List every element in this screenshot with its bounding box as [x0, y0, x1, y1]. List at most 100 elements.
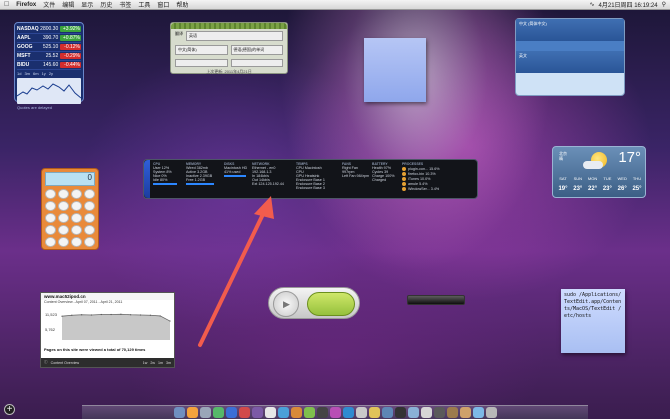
app-icon[interactable] — [316, 407, 328, 418]
stock-row[interactable]: MSFT 25.52 -0.29% — [17, 52, 81, 61]
range-1w[interactable]: 1w — [143, 361, 148, 365]
calc-key[interactable] — [84, 237, 95, 247]
input-field[interactable] — [175, 59, 228, 67]
menu-view[interactable]: 显示 — [81, 0, 93, 9]
calc-key[interactable] — [71, 213, 82, 223]
stock-change[interactable]: +3.92% — [60, 26, 81, 32]
range-3m[interactable]: 3m — [166, 361, 171, 365]
app-icon[interactable] — [290, 407, 302, 418]
app-icon[interactable] — [329, 407, 341, 418]
calc-key[interactable] — [58, 225, 69, 235]
swap-bar[interactable] — [516, 41, 624, 51]
language-select-b[interactable]: 德语(德国)的单词 — [230, 45, 283, 55]
from-language-select[interactable]: 英语 — [186, 31, 283, 41]
calc-key[interactable] — [58, 201, 69, 211]
menu-bookmarks[interactable]: 书签 — [119, 0, 131, 9]
sticky-note-command[interactable]: sudo /Applications/TextEdit.app/Contents… — [561, 289, 625, 353]
output-field[interactable] — [230, 59, 283, 67]
facetime-icon[interactable] — [212, 407, 224, 418]
calc-key[interactable] — [45, 225, 56, 235]
app-icon[interactable] — [472, 407, 484, 418]
calculator-widget[interactable]: 0 — [41, 168, 99, 250]
lang-select-b[interactable]: 英文 — [516, 51, 530, 61]
stock-row[interactable]: NASDAQ 2800.30 +3.92% — [17, 25, 81, 34]
itunes-widget[interactable]: ▶ — [268, 287, 360, 319]
calc-key[interactable] — [45, 189, 56, 199]
stock-change[interactable]: -0.29% — [60, 53, 81, 59]
firefox-icon[interactable] — [186, 407, 198, 418]
stocks-widget[interactable]: NASDAQ 2800.30 +3.92% AAPL 390.70 +0.87%… — [14, 22, 84, 110]
play-control-wheel[interactable]: ▶ — [273, 291, 299, 317]
tab-1y[interactable]: 1y — [42, 71, 46, 76]
add-widget-button[interactable]: + — [4, 404, 15, 415]
istat-widget[interactable]: CPU User 12% System 8% Nice 0% Idle 80% … — [143, 159, 478, 199]
trash-icon[interactable] — [485, 407, 497, 418]
calc-key[interactable] — [71, 201, 82, 211]
tab-2y[interactable]: 2y — [49, 71, 53, 76]
calc-key[interactable] — [84, 225, 95, 235]
calc-key[interactable] — [58, 189, 69, 199]
app-icon[interactable] — [355, 407, 367, 418]
translation-globe-widget[interactable]: 中文 (简体中文) 英文 — [515, 18, 625, 96]
calc-key[interactable] — [84, 189, 95, 199]
tab-6m[interactable]: 6m — [33, 71, 39, 76]
istat-sidebar[interactable] — [144, 160, 150, 198]
menu-tools[interactable]: 工具 — [138, 0, 150, 9]
app-icon[interactable] — [407, 407, 419, 418]
calc-key[interactable] — [71, 189, 82, 199]
lang-select-a[interactable]: 中文 (简体中文) — [519, 21, 547, 39]
stock-change[interactable]: -0.12% — [60, 44, 81, 50]
menu-window[interactable]: 窗口 — [157, 0, 169, 9]
calc-key[interactable] — [58, 237, 69, 247]
calc-key[interactable] — [58, 213, 69, 223]
app-icon[interactable] — [368, 407, 380, 418]
safari-icon[interactable] — [225, 407, 237, 418]
translation-widget[interactable]: 翻译 英语 中文(简体) 德语(德国)的单词 上次更新: 2011年4月21日 — [170, 22, 288, 74]
clock[interactable]: 4月21日周四 16:19:24 — [599, 0, 658, 9]
app-icon[interactable] — [394, 407, 406, 418]
play-icon[interactable]: ▶ — [283, 299, 290, 310]
apple-menu-icon[interactable]:  — [4, 1, 9, 8]
app-icon[interactable] — [433, 407, 445, 418]
stock-change[interactable]: -0.44% — [60, 62, 81, 68]
calc-key[interactable] — [45, 201, 56, 211]
calc-key[interactable] — [45, 237, 56, 247]
app-icon[interactable] — [264, 407, 276, 418]
calc-key[interactable] — [84, 213, 95, 223]
stock-row[interactable]: BIDU 145.60 -0.44% — [17, 61, 81, 70]
spotlight-icon[interactable]: ⚲ — [662, 1, 666, 8]
language-select-a[interactable]: 中文(简体) — [175, 45, 228, 55]
wifi-icon[interactable]: ∿ — [590, 1, 595, 8]
stock-row[interactable]: AAPL 390.70 +0.87% — [17, 34, 81, 43]
weather-widget[interactable]: 北京 晴 17° SAT 19° SUN 23° MON 22° TUE 23° WED… — [552, 146, 646, 198]
mail-icon[interactable] — [199, 407, 211, 418]
calc-key[interactable] — [84, 201, 95, 211]
stock-row[interactable]: GOOG 525.10 -0.12% — [17, 43, 81, 52]
calc-key[interactable] — [45, 213, 56, 223]
app-icon[interactable] — [381, 407, 393, 418]
range-2w[interactable]: 2w — [150, 361, 155, 365]
menu-help[interactable]: 帮助 — [176, 0, 188, 9]
tab-3m[interactable]: 3m — [24, 71, 30, 76]
analytics-widget[interactable]: www.mac52ipod.cn Content Overview - Apri… — [40, 292, 175, 368]
app-icon[interactable] — [251, 407, 263, 418]
app-icon[interactable] — [342, 407, 354, 418]
slim-widget[interactable] — [407, 295, 465, 305]
app-icon[interactable] — [446, 407, 458, 418]
app-icon[interactable] — [459, 407, 471, 418]
menu-history[interactable]: 历史 — [100, 0, 112, 9]
app-icon[interactable] — [303, 407, 315, 418]
app-icon[interactable] — [420, 407, 432, 418]
app-icon[interactable] — [277, 407, 289, 418]
range-1m[interactable]: 1m — [158, 361, 163, 365]
finder-icon[interactable] — [173, 407, 185, 418]
calc-key[interactable] — [71, 225, 82, 235]
info-icon[interactable]: ⓘ — [44, 360, 48, 365]
app-menu[interactable]: Firefox — [16, 2, 36, 8]
menu-file[interactable]: 文件 — [43, 0, 55, 9]
app-icon[interactable] — [238, 407, 250, 418]
tab-1d[interactable]: 1d — [17, 71, 21, 76]
sticky-note[interactable] — [364, 38, 426, 102]
stock-change[interactable]: +0.87% — [60, 35, 81, 41]
calc-key[interactable] — [71, 237, 82, 247]
